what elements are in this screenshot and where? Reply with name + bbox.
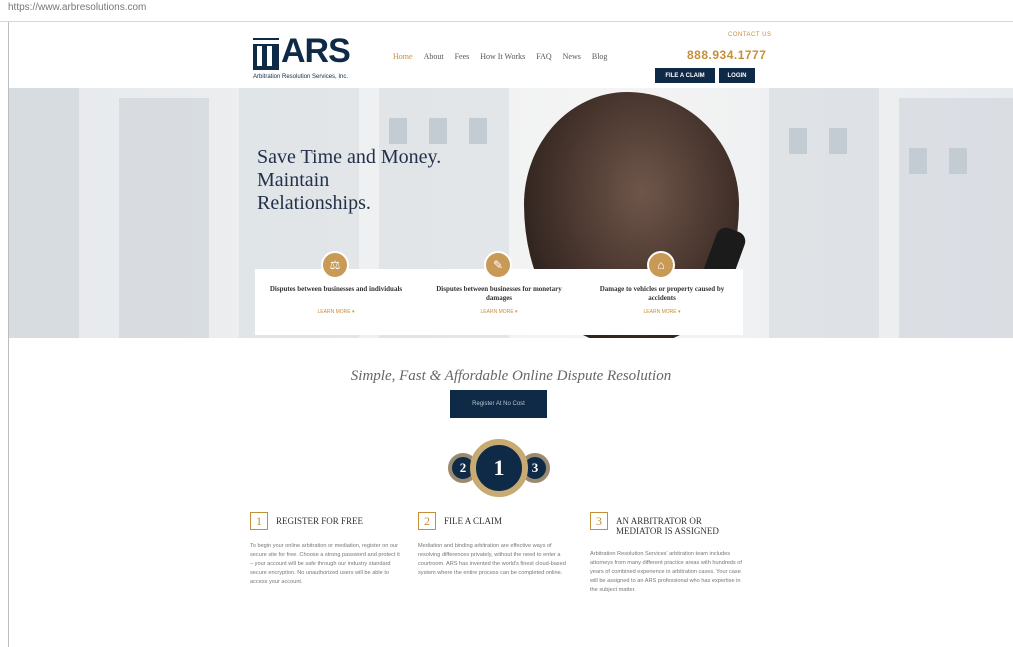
steps-medallion: 2 3 1 xyxy=(448,437,550,499)
card-title: Disputes between businesses for monetary… xyxy=(436,285,562,302)
columns-icon xyxy=(253,38,279,70)
site-logo[interactable]: ARS Arbitration Resolution Services, Inc… xyxy=(253,32,363,88)
logo-text: ARS xyxy=(281,32,351,70)
step-number: 3 xyxy=(590,512,608,530)
address-bar[interactable]: https://www.arbresolutions.com xyxy=(0,0,1013,22)
file-claim-button[interactable]: FILE A CLAIM xyxy=(655,68,715,83)
step-number: 2 xyxy=(418,512,436,530)
nav-blog[interactable]: Blog xyxy=(592,52,608,61)
scale-icon: ⚖ xyxy=(321,251,349,279)
hero-title-line: Save Time and Money. xyxy=(257,146,442,168)
learn-more-link[interactable]: LEARN MORE ▾ xyxy=(418,309,580,315)
hero-title: Save Time and Money. Maintain Relationsh… xyxy=(257,146,517,215)
nav-about[interactable]: About xyxy=(424,52,444,61)
nav-home[interactable]: Home xyxy=(393,52,413,61)
window xyxy=(469,118,487,144)
hero-title-line: Relationships. xyxy=(257,192,371,214)
phone-number[interactable]: 888.934.1777 xyxy=(687,48,766,62)
step-number: 1 xyxy=(250,512,268,530)
background-building xyxy=(9,88,79,338)
service-cards: ⚖ Disputes between businesses and indivi… xyxy=(255,251,743,335)
window xyxy=(829,128,847,154)
window xyxy=(789,128,807,154)
step-text: Mediation and binding arbitration are ef… xyxy=(418,543,566,576)
window xyxy=(909,148,927,174)
window xyxy=(949,148,967,174)
contact-label[interactable]: CONTACT US xyxy=(728,32,771,38)
window xyxy=(429,118,447,144)
card-title: Damage to vehicles or property caused by… xyxy=(599,285,725,302)
main-nav: Home About Fees How It Works FAQ News Bl… xyxy=(393,52,607,61)
medal-step-1: 1 xyxy=(470,439,528,497)
tagline: Simple, Fast & Affordable Online Dispute… xyxy=(350,368,672,384)
site-header: ARS Arbitration Resolution Services, Inc… xyxy=(9,22,1013,88)
hero-title-line: Maintain xyxy=(257,169,330,191)
register-button[interactable]: Register At No Cost xyxy=(450,390,547,418)
step-text: Arbitration Resolution Services' arbitra… xyxy=(590,551,742,593)
learn-more-link[interactable]: LEARN MORE ▾ xyxy=(581,309,743,315)
step-title: FILE A CLAIM xyxy=(444,516,503,526)
tag-icon: ✎ xyxy=(484,251,512,279)
card-title: Disputes between businesses and individu… xyxy=(269,285,403,293)
background-building xyxy=(899,98,1013,338)
url-text[interactable]: https://www.arbresolutions.com xyxy=(8,2,146,13)
window xyxy=(389,118,407,144)
background-building xyxy=(769,88,879,338)
nav-faq[interactable]: FAQ xyxy=(536,52,551,61)
nav-news[interactable]: News xyxy=(563,52,581,61)
learn-more-link[interactable]: LEARN MORE ▾ xyxy=(255,309,417,315)
step-title: REGISTER FOR FREE xyxy=(276,516,364,526)
step-text: To begin your online arbitration or medi… xyxy=(250,543,400,585)
step-title: AN ARBITRATOR OR MEDIATOR IS ASSIGNED xyxy=(616,516,719,536)
nav-fees[interactable]: Fees xyxy=(455,52,470,61)
home-icon: ⌂ xyxy=(647,251,675,279)
login-button[interactable]: LOGIN xyxy=(719,68,755,83)
background-building xyxy=(119,98,209,338)
logo-subtitle: Arbitration Resolution Services, Inc. xyxy=(253,74,349,80)
nav-how-it-works[interactable]: How It Works xyxy=(480,52,525,61)
